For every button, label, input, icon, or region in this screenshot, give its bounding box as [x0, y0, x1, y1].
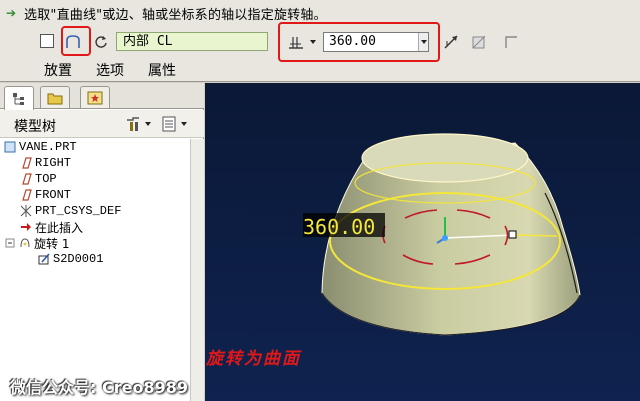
tree-item-top[interactable]: TOP [20, 171, 57, 187]
tree-filters-dropdown[interactable] [178, 113, 190, 135]
tree-item-label: TOP [35, 172, 57, 186]
message-prompt: ➔ 选取"直曲线"或边、轴或坐标系的轴以指定旋转轴。 [6, 4, 327, 23]
tree-item-csys[interactable]: PRT_CSYS_DEF [20, 203, 121, 219]
datum-plane-icon [20, 189, 32, 201]
tree-icon [13, 92, 24, 105]
prompt-arrow-icon: ➔ [6, 6, 17, 20]
remove-material-icon [472, 35, 486, 49]
solid-surface-checkbox[interactable] [40, 34, 54, 48]
tree-item-label: S2D0001 [53, 252, 104, 266]
tab-folder-browser[interactable] [40, 86, 70, 108]
flip-button[interactable] [90, 31, 112, 53]
remove-material-button[interactable] [468, 31, 490, 53]
tree-item-revolve[interactable]: 旋转 1 [4, 235, 69, 251]
angle-dimension-label[interactable]: 360.00 [303, 215, 375, 239]
model-tree: VANE.PRT RIGHT TOP FRONT PRT_CSYS_DEF 在此… [0, 139, 190, 401]
tree-filters-button[interactable] [158, 113, 180, 135]
tree-item-label: 在此插入 [35, 220, 84, 235]
model-tree-header: 模型树 [0, 110, 204, 138]
refresh-icon [95, 36, 107, 48]
tree-item-label: 旋转 1 [34, 236, 70, 251]
tree-item-label: PRT_CSYS_DEF [35, 204, 122, 218]
expand-icon[interactable] [4, 237, 16, 249]
tab-placement[interactable]: 放置 [44, 60, 72, 80]
tree-item-front[interactable]: FRONT [20, 187, 71, 203]
chevron-down-icon [145, 122, 151, 126]
chevron-down-icon [181, 122, 187, 126]
surface-button-highlight [61, 26, 91, 56]
navigator-panel: 模型树 VANE.PRT RIGHT TOP FRONT PRT_CSYS_DE… [0, 83, 204, 401]
csys-icon [20, 205, 32, 217]
tree-settings-dropdown[interactable] [142, 113, 154, 135]
datum-plane-icon [20, 157, 32, 169]
sketch-icon [38, 253, 50, 265]
thicken-icon [505, 36, 517, 48]
navigator-tabs [0, 83, 204, 110]
axis-reference-field[interactable]: 内部 CL [116, 32, 268, 51]
thicken-button[interactable] [500, 31, 522, 53]
angle-highlight [278, 22, 440, 62]
tab-favorites[interactable] [80, 86, 110, 108]
favorites-icon [87, 91, 103, 104]
feature-dashboard: ➔ 选取"直曲线"或边、轴或坐标系的轴以指定旋转轴。 内部 CL 360.00 [0, 0, 640, 82]
tree-item-label: FRONT [35, 188, 72, 202]
tools-icon [127, 117, 139, 131]
datum-plane-icon [20, 173, 32, 185]
tree-scrollbar[interactable] [190, 139, 204, 401]
tree-item-sketch[interactable]: S2D0001 [38, 251, 103, 267]
tree-item-right[interactable]: RIGHT [20, 155, 71, 171]
flip-arrow-icon [444, 35, 458, 49]
tab-properties[interactable]: 属性 [148, 60, 176, 80]
tab-options[interactable]: 选项 [96, 60, 124, 80]
caption-text: 旋转为曲面 [206, 349, 301, 369]
tree-item-insert-here[interactable]: 在此插入 [20, 219, 83, 235]
drag-handle[interactable] [508, 230, 517, 239]
flip-direction-button[interactable] [440, 31, 462, 53]
tree-item-label: RIGHT [35, 156, 72, 170]
tree-settings-button[interactable] [122, 113, 144, 135]
insert-here-icon [20, 221, 32, 233]
watermark-text: 微信公众号: Creo8989 [10, 378, 188, 397]
list-icon [162, 116, 176, 132]
prompt-text: 选取"直曲线"或边、轴或坐标系的轴以指定旋转轴。 [24, 7, 327, 23]
dashboard-tabs: 放置 选项 属性 [44, 60, 176, 80]
part-icon [4, 141, 16, 153]
tree-item-part[interactable]: VANE.PRT [4, 139, 77, 155]
folder-icon [47, 93, 63, 104]
revolve-icon [19, 237, 31, 249]
tree-item-label: VANE.PRT [19, 140, 77, 154]
tab-model-tree[interactable] [4, 86, 34, 110]
model-tree-title: 模型树 [14, 119, 56, 135]
